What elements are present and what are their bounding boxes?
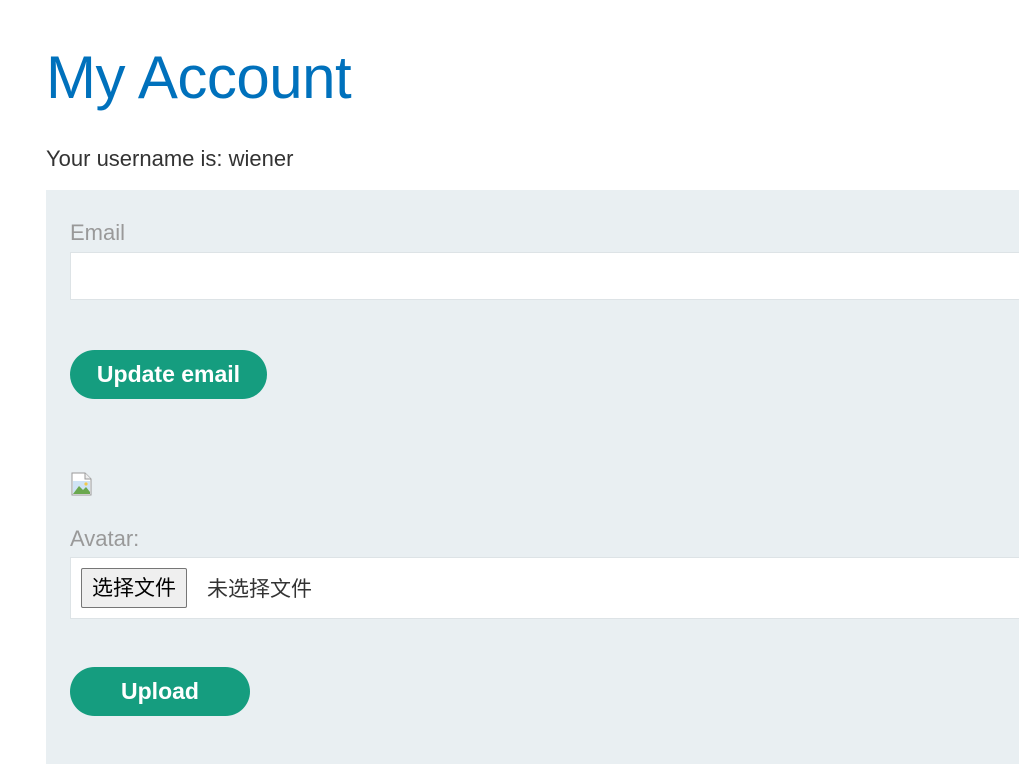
account-panel: Email Update email Avatar: 选择文件 未选择文件 Up… bbox=[46, 190, 1019, 764]
avatar-label: Avatar: bbox=[70, 526, 140, 551]
email-field[interactable] bbox=[70, 252, 1019, 300]
update-email-button[interactable]: Update email bbox=[70, 350, 267, 399]
avatar-file-input[interactable]: 选择文件 未选择文件 bbox=[70, 557, 1019, 619]
file-status-text: 未选择文件 bbox=[207, 577, 312, 601]
page-title: My Account bbox=[46, 44, 352, 111]
choose-file-button[interactable]: 选择文件 bbox=[81, 568, 187, 608]
broken-image-icon bbox=[70, 472, 94, 496]
upload-button[interactable]: Upload bbox=[70, 667, 250, 716]
username-text: Your username is: wiener bbox=[46, 146, 294, 171]
email-label: Email bbox=[70, 220, 126, 245]
account-page: My Account Your username is: wiener Emai… bbox=[0, 0, 1019, 764]
